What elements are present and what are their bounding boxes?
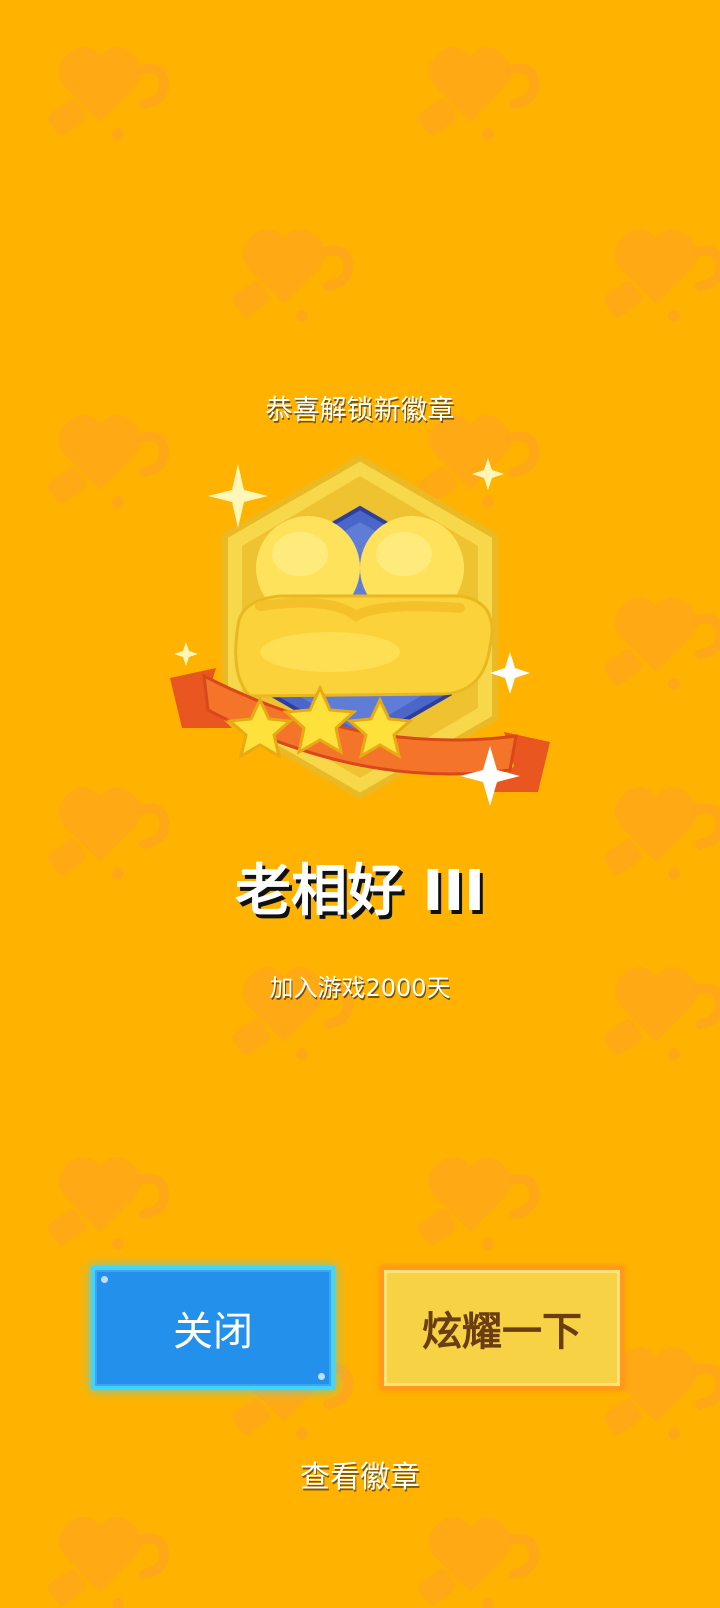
close-button-label: 关闭: [173, 1309, 253, 1355]
badge-name: 老相好 III: [234, 859, 485, 924]
badge-description: 加入游戏2000天: [269, 974, 451, 1002]
show-off-button[interactable]: 炫耀一下: [380, 1266, 624, 1390]
badge-medal-icon: [170, 456, 550, 806]
unlock-title: 恭喜解锁新徽章: [265, 395, 455, 426]
view-badges-link-row: 查看徽章: [0, 1452, 720, 1496]
button-corner-dot: [101, 1276, 108, 1283]
show-off-button-label: 炫耀一下: [422, 1309, 582, 1355]
close-button[interactable]: 关闭: [91, 1266, 335, 1390]
view-badges-link[interactable]: 查看徽章: [300, 1460, 420, 1495]
button-corner-dot: [318, 1373, 325, 1380]
